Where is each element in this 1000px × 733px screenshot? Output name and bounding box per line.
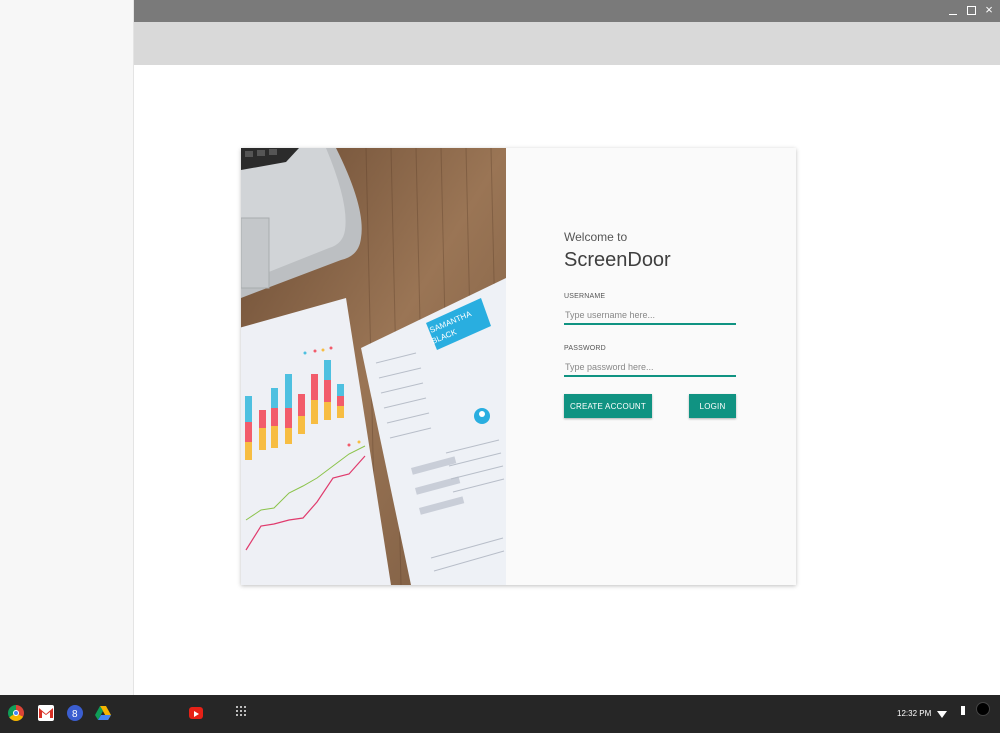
app-name-heading: ScreenDoor bbox=[564, 249, 671, 271]
drive-icon[interactable] bbox=[95, 705, 111, 721]
username-input[interactable] bbox=[564, 306, 736, 325]
youtube-icon[interactable] bbox=[189, 707, 203, 719]
desk-photo-illustration: SAMANTHA BLACK bbox=[241, 148, 506, 585]
docs-icon[interactable]: 8 bbox=[67, 705, 83, 721]
svg-text:8: 8 bbox=[72, 709, 78, 720]
login-button[interactable]: LOGIN bbox=[689, 394, 736, 418]
welcome-text: Welcome to bbox=[564, 230, 628, 244]
hero-photo: SAMANTHA BLACK bbox=[241, 148, 506, 585]
clock-time[interactable]: 12:32 PM bbox=[897, 709, 931, 718]
left-panel bbox=[0, 0, 134, 695]
password-label: PASSWORD bbox=[564, 345, 606, 352]
app-toolbar bbox=[134, 22, 1000, 65]
chrome-icon[interactable] bbox=[8, 705, 24, 721]
close-icon[interactable]: × bbox=[984, 3, 994, 17]
taskbar: 8 12:32 PM bbox=[0, 695, 1000, 733]
window-controls: × bbox=[948, 3, 994, 17]
create-account-button[interactable]: CREATE ACCOUNT bbox=[564, 394, 652, 418]
window-titlebar[interactable]: × bbox=[134, 0, 1000, 22]
login-form: Welcome to ScreenDoor USERNAME PASSWORD … bbox=[506, 148, 796, 585]
battery-icon[interactable] bbox=[961, 706, 965, 715]
maximize-icon[interactable] bbox=[966, 3, 976, 17]
avatar[interactable] bbox=[976, 702, 990, 716]
launcher-icon[interactable] bbox=[236, 705, 252, 721]
login-card: SAMANTHA BLACK Welcome to ScreenDoor USE… bbox=[241, 148, 796, 585]
gmail-icon[interactable] bbox=[38, 705, 54, 721]
password-input[interactable] bbox=[564, 358, 736, 377]
username-label: USERNAME bbox=[564, 293, 606, 300]
minimize-icon[interactable] bbox=[948, 3, 958, 17]
wifi-icon[interactable] bbox=[937, 706, 947, 718]
